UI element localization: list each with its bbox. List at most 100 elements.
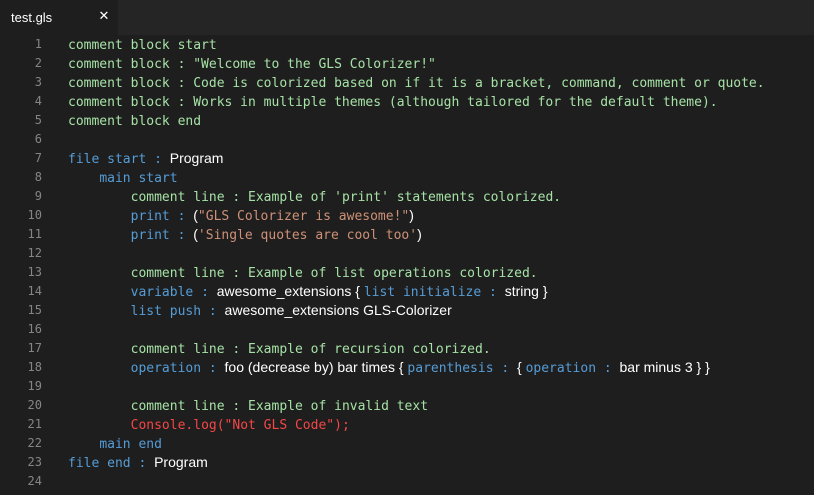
token-keyword: main start bbox=[99, 171, 178, 186]
token-comment: comment line : Example of list operation… bbox=[130, 266, 538, 281]
line-content: print : ('Single quotes are cool too') bbox=[68, 225, 422, 245]
line-number: 16 bbox=[27, 322, 42, 336]
code-line[interactable]: 24 bbox=[0, 472, 814, 491]
code-line[interactable]: 13 comment line : Example of list operat… bbox=[0, 263, 814, 282]
code-line[interactable]: 12 bbox=[0, 244, 814, 263]
line-number: 19 bbox=[27, 379, 42, 393]
token-text: ) bbox=[409, 207, 414, 223]
code-line[interactable]: 10 print : ("GLS Colorizer is awesome!") bbox=[0, 206, 814, 225]
line-number: 14 bbox=[27, 284, 42, 298]
line-number: 22 bbox=[27, 436, 42, 450]
tab-test-gls[interactable]: test.gls ✕ bbox=[0, 0, 118, 35]
line-number: 1 bbox=[34, 37, 42, 51]
code-line[interactable]: 22 main end bbox=[0, 434, 814, 453]
line-number: 2 bbox=[34, 56, 42, 70]
code-line[interactable]: 18 operation : foo (decrease by) bar tim… bbox=[0, 358, 814, 377]
line-content: comment block : Code is colorized based … bbox=[68, 73, 765, 93]
line-number: 8 bbox=[34, 170, 42, 184]
code-line[interactable]: 23 file end : Program bbox=[0, 453, 814, 472]
token-keyword: file end : bbox=[68, 456, 155, 471]
line-content: comment line : Example of recursion colo… bbox=[68, 339, 491, 359]
line-number: 20 bbox=[27, 398, 42, 412]
token-string: "GLS Colorizer is awesome!" bbox=[197, 209, 410, 224]
code-line[interactable]: 4 comment block : Works in multiple theme… bbox=[0, 92, 814, 111]
token-keyword: list push : bbox=[130, 304, 225, 319]
code-line[interactable]: 11 print : ('Single quotes are cool too'… bbox=[0, 225, 814, 244]
line-content: print : ("GLS Colorizer is awesome!") bbox=[68, 206, 414, 226]
token-text: ) bbox=[417, 226, 422, 242]
line-content: comment block : "Welcome to the GLS Colo… bbox=[68, 54, 436, 74]
token-string: 'Single quotes are cool too' bbox=[197, 228, 418, 243]
token-comment: comment line : Example of 'print' statem… bbox=[130, 190, 562, 205]
token-keyword: main end bbox=[99, 437, 162, 452]
line-number: 18 bbox=[27, 360, 42, 374]
line-number: 4 bbox=[34, 94, 42, 108]
code-line[interactable]: 14 variable : awesome_extensions { list … bbox=[0, 282, 814, 301]
line-number: 23 bbox=[27, 455, 42, 469]
editor-window: test.gls ✕ 1 comment block start 2 comment … bbox=[0, 0, 814, 495]
token-keyword: file start : bbox=[68, 152, 170, 167]
token-comment: comment block : "Welcome to the GLS Colo… bbox=[68, 57, 436, 72]
line-content: file end : Program bbox=[68, 453, 208, 473]
tab-label: test.gls bbox=[11, 10, 53, 25]
token-keyword: variable : bbox=[130, 285, 217, 300]
line-content: comment line : Example of 'print' statem… bbox=[68, 187, 561, 207]
line-number: 13 bbox=[27, 265, 42, 279]
code-line[interactable]: 16 bbox=[0, 320, 814, 339]
token-comment: comment line : Example of recursion colo… bbox=[130, 342, 491, 357]
code-line[interactable]: 5 comment block end bbox=[0, 111, 814, 130]
line-number: 7 bbox=[34, 151, 42, 165]
code-line[interactable]: 15 list push : awesome_extensions GLS-Co… bbox=[0, 301, 814, 320]
code-line[interactable]: 9 comment line : Example of 'print' stat… bbox=[0, 187, 814, 206]
token-text: Program bbox=[154, 454, 208, 470]
code-line[interactable]: 1 comment block start bbox=[0, 35, 814, 54]
close-icon[interactable]: ✕ bbox=[96, 9, 112, 25]
token-comment: comment block : Code is colorized based … bbox=[68, 76, 765, 91]
token-keyword: print : bbox=[130, 209, 194, 224]
line-number: 12 bbox=[27, 246, 42, 260]
code-line[interactable]: 21 Console.log("Not GLS Code"); bbox=[0, 415, 814, 434]
token-text: string } bbox=[504, 283, 548, 299]
code-line[interactable]: 20 comment line : Example of invalid tex… bbox=[0, 396, 814, 415]
line-content: main end bbox=[68, 434, 162, 454]
line-number: 6 bbox=[34, 132, 42, 146]
code-line[interactable]: 2 comment block : "Welcome to the GLS Col… bbox=[0, 54, 814, 73]
line-content: comment block start bbox=[68, 35, 217, 55]
token-keyword: print : bbox=[130, 228, 194, 243]
line-number: 5 bbox=[34, 113, 42, 127]
code-editor[interactable]: 1 comment block start 2 comment block : "We… bbox=[0, 35, 814, 495]
line-content: comment line : Example of list operation… bbox=[68, 263, 538, 283]
line-number: 3 bbox=[34, 75, 42, 89]
token-text: awesome_extensions GLS-Colorizer bbox=[224, 302, 452, 318]
line-number: 11 bbox=[27, 227, 42, 241]
code-line[interactable]: 7 file start : Program bbox=[0, 149, 814, 168]
code-line[interactable]: 6 bbox=[0, 130, 814, 149]
code-line[interactable]: 17 comment line : Example of recursion c… bbox=[0, 339, 814, 358]
line-number: 21 bbox=[27, 417, 42, 431]
token-text: bar minus 3 } } bbox=[619, 359, 710, 375]
token-text: Program bbox=[169, 150, 224, 166]
token-invalid: Console.log("Not GLS Code"); bbox=[130, 418, 350, 433]
token-keyword: operation : bbox=[525, 361, 620, 376]
code-line[interactable]: 3 comment block : Code is colorized based… bbox=[0, 73, 814, 92]
code-line[interactable]: 19 bbox=[0, 377, 814, 396]
line-content: main start bbox=[68, 168, 178, 188]
token-keyword: operation : bbox=[130, 361, 225, 376]
token-comment: comment block start bbox=[68, 38, 217, 53]
token-text: awesome_extensions { bbox=[216, 283, 364, 299]
line-number: 24 bbox=[27, 474, 42, 488]
tab-bar: test.gls ✕ bbox=[0, 0, 814, 35]
token-keyword: parenthesis : bbox=[407, 361, 517, 376]
line-content: operation : foo (decrease by) bar times … bbox=[68, 358, 710, 378]
token-text: { bbox=[517, 359, 526, 375]
line-content: comment block : Works in multiple themes… bbox=[68, 92, 718, 112]
token-comment: comment block : Works in multiple themes… bbox=[68, 95, 718, 110]
token-text: foo (decrease by) bar times { bbox=[224, 359, 408, 375]
line-content: comment line : Example of invalid text bbox=[68, 396, 428, 416]
code-line[interactable]: 8 main start bbox=[0, 168, 814, 187]
line-content: list push : awesome_extensions GLS-Color… bbox=[68, 301, 452, 321]
